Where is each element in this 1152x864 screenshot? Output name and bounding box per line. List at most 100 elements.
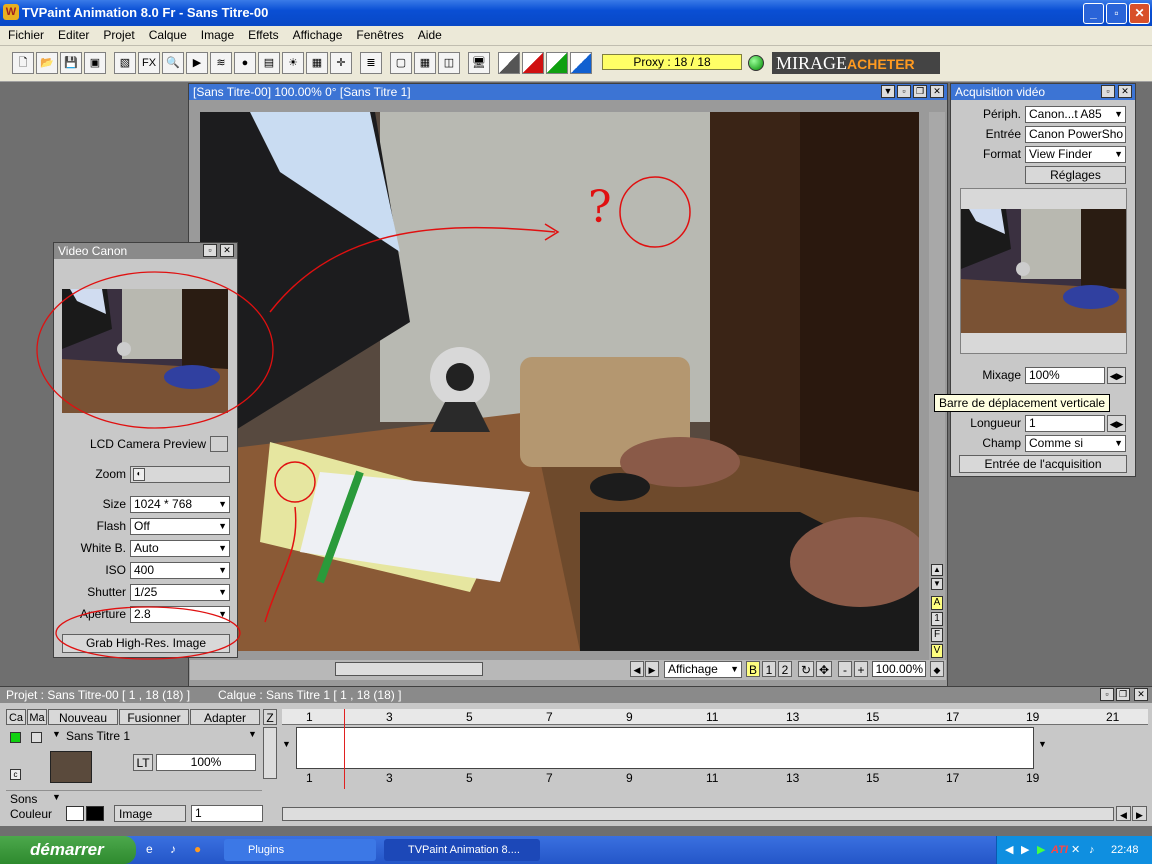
start-button[interactable]: démarrer (0, 836, 136, 864)
header-ca[interactable]: Ca (6, 709, 26, 725)
blue-swatch-icon[interactable] (570, 52, 592, 74)
entree-acquisition-button[interactable]: Entrée de l'acquisition (959, 455, 1127, 473)
tray-arrow-icon[interactable]: ◀ (1005, 836, 1013, 864)
scroll-down-icon[interactable]: ▼ (931, 578, 943, 590)
zoom-out-button[interactable]: - (838, 661, 852, 677)
scroll-left-icon[interactable]: ◀ (1116, 806, 1131, 821)
close-icon[interactable]: ✕ (1118, 85, 1132, 98)
gradient-icon[interactable]: ▤ (258, 52, 280, 74)
color-b-swatch[interactable] (86, 806, 104, 821)
ie-icon[interactable]: e (146, 842, 162, 858)
mirage-buy-banner[interactable]: MIRAGEACHETER (772, 52, 940, 74)
panel-icon[interactable]: ▢ (390, 52, 412, 74)
menu-affichage[interactable]: Affichage (285, 26, 349, 42)
ati-tray-icon[interactable]: ATI (1051, 836, 1068, 864)
open-folder-icon[interactable]: 📂 (36, 52, 58, 74)
side-letter-v[interactable]: V (931, 644, 943, 658)
minimize-button[interactable]: _ (1083, 3, 1104, 24)
buffer-2-button[interactable]: 2 (778, 661, 792, 677)
transform-icon[interactable]: ✛ (330, 52, 352, 74)
horizontal-scrollbar[interactable] (335, 662, 483, 676)
image-frame-input[interactable]: 1 (191, 805, 263, 822)
menu-fichier[interactable]: Fichier (0, 26, 50, 42)
menu-effets[interactable]: Effets (240, 26, 284, 42)
task-tvpaint[interactable]: TVPaint Animation 8.... (384, 839, 540, 861)
maximize-icon[interactable]: ❐ (913, 85, 927, 98)
adapter-menu[interactable]: Adapter (190, 709, 260, 725)
color-a-swatch[interactable] (66, 806, 84, 821)
longueur-stepper-icon[interactable]: ◀▶ (1107, 415, 1126, 432)
close-icon[interactable]: ✕ (1134, 688, 1148, 701)
color-wheel-icon[interactable]: ● (234, 52, 256, 74)
menu-editer[interactable]: Editer (50, 26, 95, 42)
affichage-select[interactable]: Affichage ▼ (664, 661, 742, 678)
search-icon[interactable]: 🔍 (162, 52, 184, 74)
new-document-icon[interactable]: 🗋 (12, 52, 34, 74)
tray-play-icon[interactable]: ▶ (1037, 836, 1045, 864)
header-ma[interactable]: Ma (27, 709, 47, 725)
header-z[interactable]: Z (263, 709, 277, 725)
side-letter-f[interactable]: F (931, 628, 943, 642)
restore-icon[interactable]: ▫ (1100, 688, 1114, 701)
green-swatch-icon[interactable] (546, 52, 568, 74)
close-button[interactable]: ✕ (1129, 3, 1150, 24)
maximize-icon[interactable]: ❐ (1116, 688, 1130, 701)
close-icon[interactable]: ✕ (220, 244, 234, 257)
nav-right-icon[interactable]: ▶ (645, 661, 659, 677)
brush-tools-icon[interactable]: ▧ (114, 52, 136, 74)
table-icon[interactable]: ▦ (414, 52, 436, 74)
zoom-level[interactable]: 100.00% (872, 661, 926, 677)
tray-network-icon[interactable]: ✕ (1071, 836, 1080, 864)
red-swatch-icon[interactable] (522, 52, 544, 74)
black-white-swatch-icon[interactable] (498, 52, 520, 74)
fx-icon[interactable]: FX (138, 52, 160, 74)
periph-select[interactable]: Canon...t A85 ▼ (1025, 106, 1126, 123)
champ-select[interactable]: Comme si ▼ (1025, 435, 1126, 452)
couleur-label[interactable]: Couleur (10, 807, 52, 821)
track-start-chevron-icon[interactable]: ▼ (282, 739, 292, 749)
menu-projet[interactable]: Projet (95, 26, 140, 42)
entree-select[interactable]: Canon PowerSho (1025, 126, 1126, 143)
layer-track[interactable] (296, 727, 1034, 769)
zoom-arrows-icon[interactable]: ◆ (930, 661, 944, 677)
nouveau-menu[interactable]: Nouveau (48, 709, 118, 725)
scroll-up-icon[interactable]: ▲ (931, 564, 943, 576)
format-select[interactable]: View Finder ▼ (1025, 146, 1126, 163)
track-end-chevron-icon[interactable]: ▼ (1038, 739, 1048, 749)
layer-c-toggle[interactable]: c (10, 769, 21, 780)
tray-volume-icon[interactable]: ♪ (1089, 836, 1095, 864)
menu-fenetres[interactable]: Fenêtres (348, 26, 409, 42)
layer-visibility-toggle[interactable] (10, 732, 21, 743)
layer-opacity[interactable]: 100% (156, 754, 256, 771)
vertical-scrollbar[interactable]: ▲ ▼ A 1 F V (929, 112, 945, 662)
mixage-input[interactable]: 100% (1025, 367, 1105, 384)
side-letter-1[interactable]: 1 (931, 612, 943, 626)
media-icon[interactable]: ♪ (170, 842, 186, 858)
dropdown-icon[interactable]: ▼ (881, 85, 895, 98)
nav-left-icon[interactable]: ◀ (630, 661, 644, 677)
mixage-stepper-icon[interactable]: ◀▶ (1107, 367, 1126, 384)
timeline-scrollbar[interactable] (282, 807, 1114, 821)
layer-menu-chevron-icon[interactable]: ▼ (248, 729, 257, 739)
stack-icon[interactable]: ≣ (360, 52, 382, 74)
center-icon[interactable]: ✥ (816, 661, 832, 677)
monitor-icon[interactable]: 🖥 (468, 52, 490, 74)
scroll-right-icon[interactable]: ▶ (1132, 806, 1147, 821)
task-plugins[interactable]: Plugins (224, 839, 376, 861)
layer-scrollbar[interactable] (263, 727, 277, 779)
save-icon[interactable]: 💾 (60, 52, 82, 74)
restore-button[interactable]: ▫ (1106, 3, 1127, 24)
layers-icon[interactable]: ≋ (210, 52, 232, 74)
restore-icon[interactable]: ▫ (203, 244, 217, 257)
folder-icon[interactable]: ▣ (84, 52, 106, 74)
buffer-1-button[interactable]: 1 (762, 661, 776, 677)
fusionner-menu[interactable]: Fusionner (119, 709, 189, 725)
menu-calque[interactable]: Calque (141, 26, 193, 42)
buffer-b-button[interactable]: B (746, 661, 760, 677)
layer-collapse-icon[interactable]: ▼ (52, 729, 62, 741)
sons-chevron-icon[interactable]: ▼ (52, 792, 61, 802)
menu-aide[interactable]: Aide (410, 26, 448, 42)
restore-icon[interactable]: ▫ (1101, 85, 1115, 98)
rotate-icon[interactable]: ↻ (798, 661, 814, 677)
grid-icon[interactable]: ▦ (306, 52, 328, 74)
